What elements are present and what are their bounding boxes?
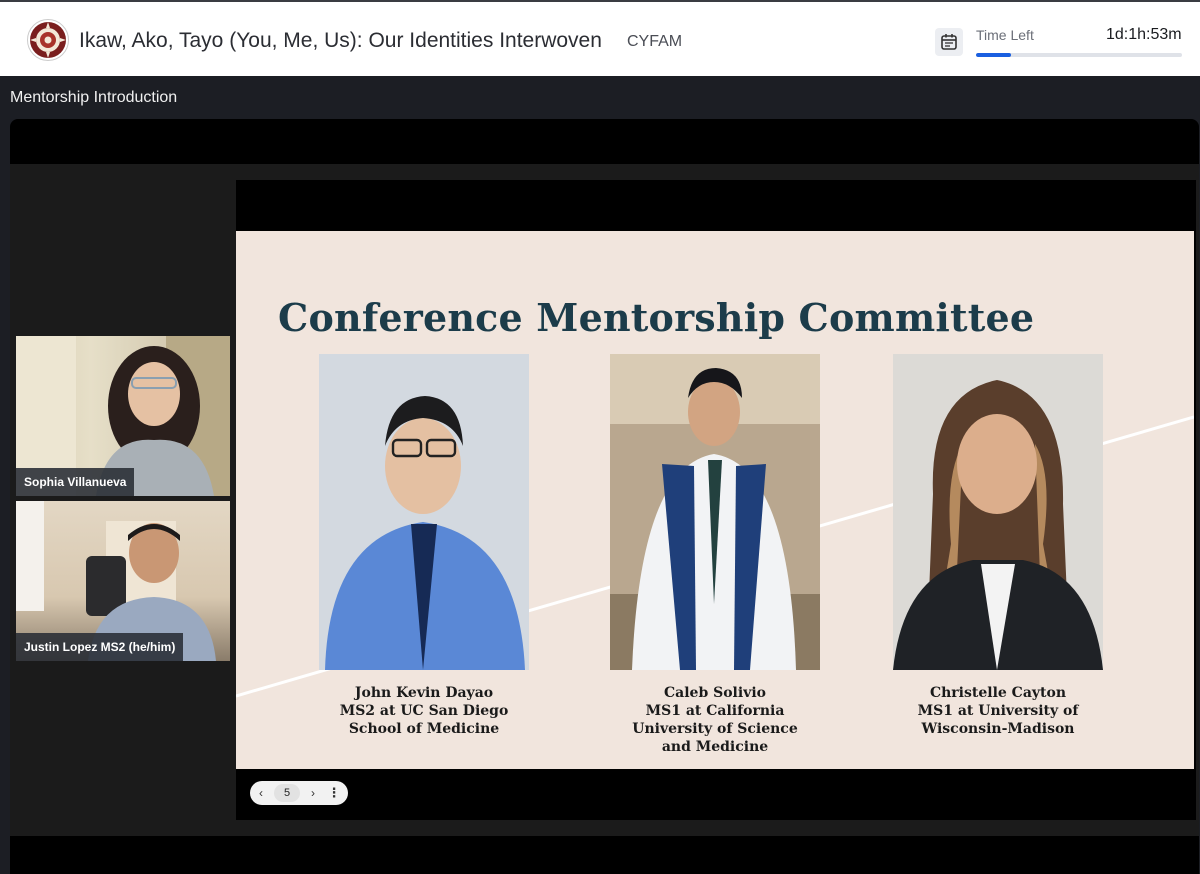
player-bottom-bar — [10, 836, 1199, 874]
event-logo — [27, 19, 69, 61]
chevron-left-icon[interactable]: ‹ — [250, 781, 272, 805]
presentation-frame: Conference Mentorship Committee John Kev… — [236, 180, 1196, 820]
mentor-detail: MS1 at California — [645, 703, 785, 719]
participant-tile[interactable]: Sophia Villanueva — [16, 336, 230, 496]
time-left-progress-fill — [976, 53, 1012, 57]
mentor-photo — [319, 354, 529, 670]
mentor-detail: and Medicine — [661, 739, 769, 755]
mentor-photo — [893, 354, 1103, 670]
event-header: Ikaw, Ako, Tayo (You, Me, Us): Our Ident… — [0, 0, 1200, 76]
mentor-caption: Christelle Cayton MS1 at University of W… — [883, 684, 1113, 738]
calendar-icon[interactable] — [935, 28, 963, 56]
more-vertical-icon[interactable]: ⋮ — [324, 781, 344, 805]
event-organization: CYFAM — [627, 33, 683, 50]
participant-tile[interactable]: Justin Lopez MS2 (he/him) — [16, 501, 230, 661]
mentor-name: John Kevin Dayao — [354, 685, 494, 701]
chevron-right-icon[interactable]: › — [302, 781, 324, 805]
participant-name: Sophia Villanueva — [16, 468, 135, 496]
mentor-detail: Wisconsin-Madison — [921, 721, 1075, 737]
mentor-detail: University of Science — [632, 721, 798, 737]
mentor-name: Christelle Cayton — [929, 685, 1067, 701]
event-title: Ikaw, Ako, Tayo (You, Me, Us): Our Ident… — [79, 29, 602, 52]
mentor-caption: John Kevin Dayao MS2 at UC San Diego Sch… — [309, 684, 539, 738]
session-title: Mentorship Introduction — [10, 89, 178, 106]
mentor-photo — [610, 354, 820, 670]
mentor-detail: MS1 at University of — [917, 703, 1079, 719]
video-player[interactable]: Sophia Villanueva Justin Lopez MS2 (he/h… — [10, 119, 1199, 874]
mentor-detail: School of Medicine — [348, 721, 500, 737]
mentor-detail: MS2 at UC San Diego — [339, 703, 509, 719]
mentor-name: Caleb Solivio — [664, 685, 766, 701]
mentor-caption: Caleb Solivio MS1 at California Universi… — [600, 684, 830, 756]
time-left-value: 1d:1h:53m — [1106, 26, 1182, 43]
player-top-bar — [10, 119, 1199, 164]
time-left-progress — [976, 53, 1182, 57]
slide-pager: ‹ 5 › ⋮ — [250, 781, 348, 805]
presentation-slide: Conference Mentorship Committee John Kev… — [236, 231, 1194, 769]
page-number: 5 — [274, 784, 300, 802]
participant-name: Justin Lopez MS2 (he/him) — [16, 633, 184, 661]
slide-title: Conference Mentorship Committee — [278, 295, 1035, 340]
time-left-label: Time Left — [976, 27, 1034, 43]
